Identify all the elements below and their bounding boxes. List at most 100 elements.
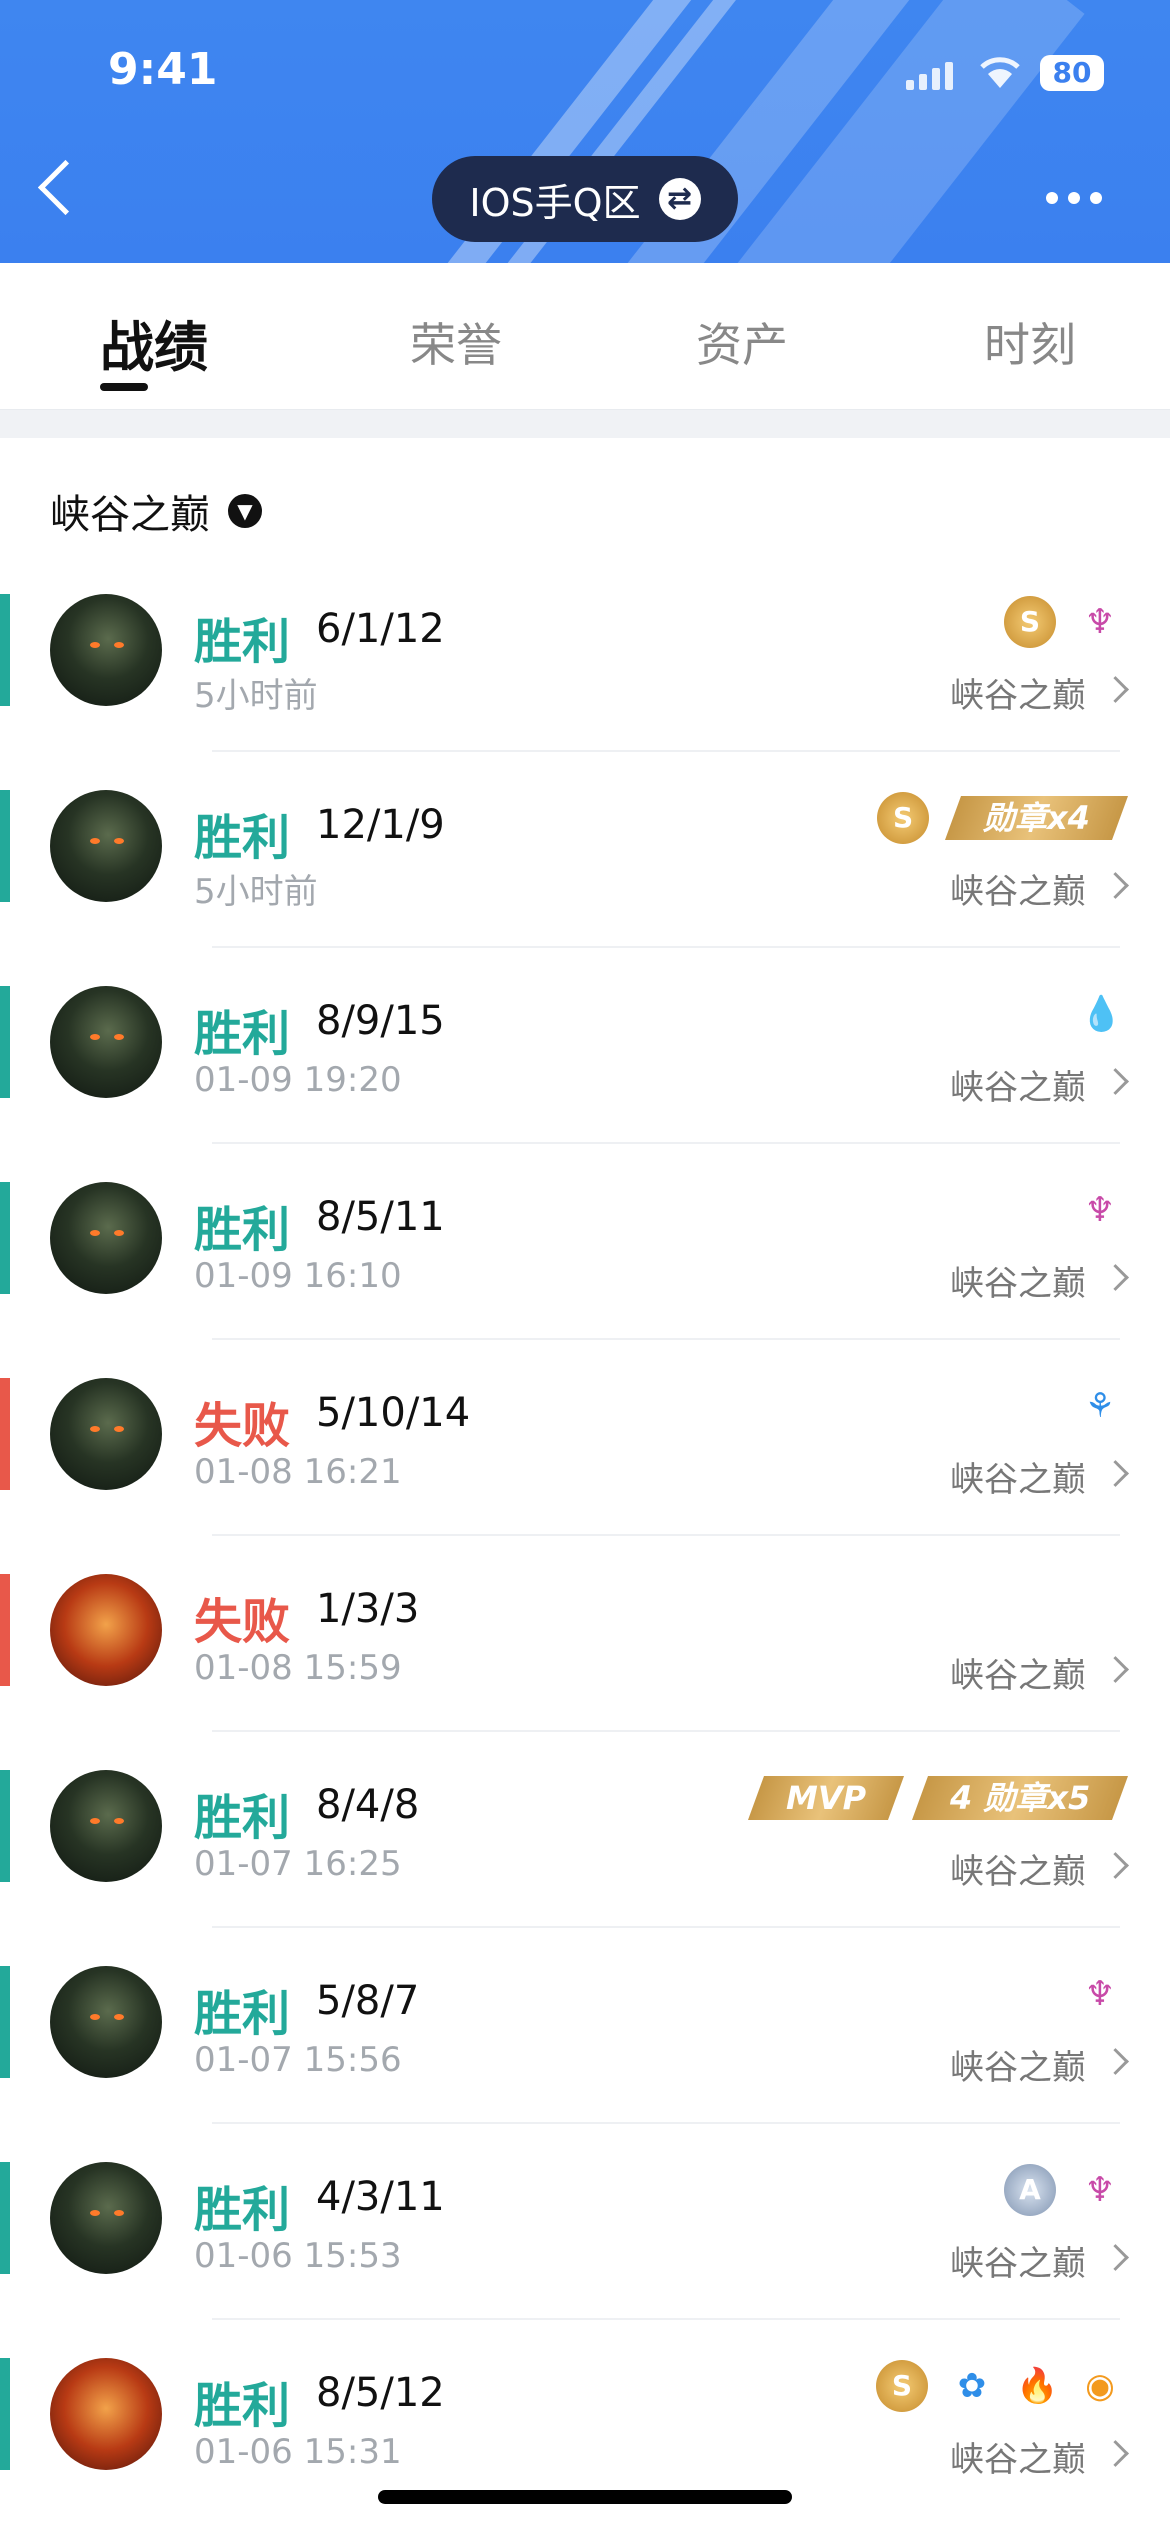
- hero-avatar: [50, 1770, 162, 1882]
- hero-avatar: [50, 986, 162, 1098]
- match-result: 胜利: [194, 2378, 291, 2434]
- match-result: 胜利: [194, 1790, 291, 1846]
- hero-avatar: [50, 594, 162, 706]
- match-time: 01-08 16:21: [194, 1452, 402, 1492]
- result-bar: [0, 986, 10, 1098]
- chevron-right-icon: [1102, 1852, 1129, 1879]
- match-row[interactable]: 胜利 8/4/8 01-07 16:25 MVP 4 勋章x5 峡谷之巅: [0, 1732, 1170, 1928]
- match-time: 5小时前: [194, 872, 318, 912]
- result-bar: [0, 1966, 10, 2078]
- match-result: 失败: [194, 1594, 291, 1650]
- match-badges: S ✿ 🔥 ◉: [876, 2356, 1120, 2416]
- match-badges: S 勋章x4: [877, 788, 1129, 848]
- match-result: 胜利: [194, 2182, 291, 2238]
- top-header: 9:41 80 IOS手Q区 ⇄: [0, 0, 1170, 263]
- chevron-right-icon: [1102, 2048, 1129, 2075]
- match-time: 01-08 15:59: [194, 1648, 402, 1688]
- match-kda: 8/5/11: [316, 1194, 445, 1240]
- tab-moments[interactable]: 时刻: [984, 309, 1076, 375]
- orange-flame-icon: 🔥: [1016, 2366, 1059, 2406]
- wifi-icon: [980, 57, 1020, 88]
- match-mode: 峡谷之巅: [950, 2244, 1086, 2284]
- blue-tree-icon: ⚘: [1084, 1386, 1116, 1426]
- match-kda: 8/5/12: [316, 2370, 445, 2416]
- orange-coins-icon: ◉: [1085, 2366, 1115, 2406]
- match-row[interactable]: 胜利 8/5/11 01-09 16:10 ♆ 峡谷之巅: [0, 1144, 1170, 1340]
- server-label: IOS手Q区: [469, 180, 641, 225]
- match-kda: 5/8/7: [316, 1978, 420, 2024]
- result-bar: [0, 1574, 10, 1686]
- purple-demon-icon: ♆: [1084, 1190, 1116, 1230]
- match-time: 01-06 15:53: [194, 2236, 402, 2276]
- server-switch-button[interactable]: IOS手Q区 ⇄: [432, 156, 738, 242]
- chevron-right-icon: [1102, 2440, 1129, 2467]
- tab-assets[interactable]: 资产: [696, 309, 788, 375]
- match-row[interactable]: 胜利 12/1/9 5小时前 S 勋章x4 峡谷之巅: [0, 752, 1170, 948]
- chevron-right-icon: [1102, 2244, 1129, 2271]
- result-bar: [0, 790, 10, 902]
- match-row[interactable]: 胜利 5/8/7 01-07 15:56 ♆ 峡谷之巅: [0, 1928, 1170, 2124]
- match-row[interactable]: 胜利 6/1/12 5小时前 S ♆ 峡谷之巅: [0, 556, 1170, 752]
- tab-honor[interactable]: 荣誉: [410, 309, 502, 375]
- medal-strip-label: 勋章x4: [983, 799, 1090, 837]
- hero-avatar: [50, 790, 162, 902]
- result-bar: [0, 2358, 10, 2470]
- match-badges: MVP 4 勋章x5: [747, 1768, 1129, 1828]
- match-kda: 8/4/8: [316, 1782, 420, 1828]
- match-time: 01-06 15:31: [194, 2432, 402, 2472]
- match-kda: 6/1/12: [316, 606, 445, 652]
- tab-bar: 战绩 荣誉 资产 时刻: [0, 263, 1170, 411]
- more-icon[interactable]: [1046, 192, 1102, 204]
- hero-avatar: [50, 1574, 162, 1686]
- medal-strip: 勋章x4: [945, 796, 1129, 840]
- match-time: 01-09 19:20: [194, 1060, 402, 1100]
- match-mode: 峡谷之巅: [950, 1852, 1086, 1892]
- mvp-label: MVP: [785, 1779, 866, 1817]
- mode-filter-dropdown[interactable]: 峡谷之巅 ▼: [50, 482, 262, 540]
- match-badges: S ♆: [1004, 592, 1120, 652]
- swap-icon: ⇄: [658, 178, 701, 220]
- blue-flame-icon: ✿: [957, 2366, 987, 2406]
- battery-indicator: 80: [1040, 55, 1104, 91]
- match-mode: 峡谷之巅: [950, 1656, 1086, 1696]
- match-row[interactable]: 胜利 8/9/15 01-09 19:20 💧 峡谷之巅: [0, 948, 1170, 1144]
- match-badges: 💧: [1080, 984, 1122, 1044]
- match-row[interactable]: 胜利 8/5/12 01-06 15:31 S ✿ 🔥 ◉ 峡谷之巅: [0, 2320, 1170, 2516]
- match-time: 01-07 15:56: [194, 2040, 402, 2080]
- home-indicator[interactable]: [378, 2490, 792, 2504]
- medal-strip-label: 4 勋章x5: [949, 1779, 1090, 1817]
- match-row[interactable]: 失败 5/10/14 01-08 16:21 ⚘ 峡谷之巅: [0, 1340, 1170, 1536]
- match-row[interactable]: 失败 1/3/3 01-08 15:59 峡谷之巅: [0, 1536, 1170, 1732]
- match-result: 胜利: [194, 1986, 291, 2042]
- mvp-badge: MVP: [747, 1776, 904, 1820]
- tab-record[interactable]: 战绩: [100, 303, 208, 382]
- match-time: 01-07 16:25: [194, 1844, 402, 1884]
- match-result: 胜利: [194, 1202, 291, 1258]
- result-bar: [0, 594, 10, 706]
- match-time: 01-09 16:10: [194, 1256, 402, 1296]
- match-kda: 5/10/14: [316, 1390, 471, 1436]
- match-kda: 8/9/15: [316, 998, 445, 1044]
- chevron-down-icon: ▼: [228, 494, 262, 528]
- match-mode: 峡谷之巅: [950, 1264, 1086, 1304]
- match-badges: ⚘: [1080, 1376, 1120, 1436]
- chevron-right-icon: [1102, 676, 1129, 703]
- result-bar: [0, 1182, 10, 1294]
- purple-demon-icon: ♆: [1084, 1974, 1116, 2014]
- match-result: 胜利: [194, 810, 291, 866]
- result-bar: [0, 1770, 10, 1882]
- match-kda: 12/1/9: [316, 802, 445, 848]
- match-badges: ♆: [1080, 1964, 1120, 2024]
- hero-avatar: [50, 2358, 162, 2470]
- match-kda: 1/3/3: [316, 1586, 420, 1632]
- match-mode: 峡谷之巅: [950, 1068, 1086, 1108]
- mode-filter-label: 峡谷之巅: [50, 492, 210, 538]
- signal-icon: [906, 62, 953, 90]
- purple-demon-icon: ♆: [1084, 2170, 1116, 2210]
- chevron-right-icon: [1102, 1264, 1129, 1291]
- silver-a-medal-icon: A: [1004, 2164, 1056, 2216]
- medal-strip: 4 勋章x5: [911, 1776, 1129, 1820]
- match-row[interactable]: 胜利 4/3/11 01-06 15:53 A ♆ 峡谷之巅: [0, 2124, 1170, 2320]
- match-badges: A ♆: [1004, 2160, 1120, 2220]
- back-icon[interactable]: [37, 159, 94, 216]
